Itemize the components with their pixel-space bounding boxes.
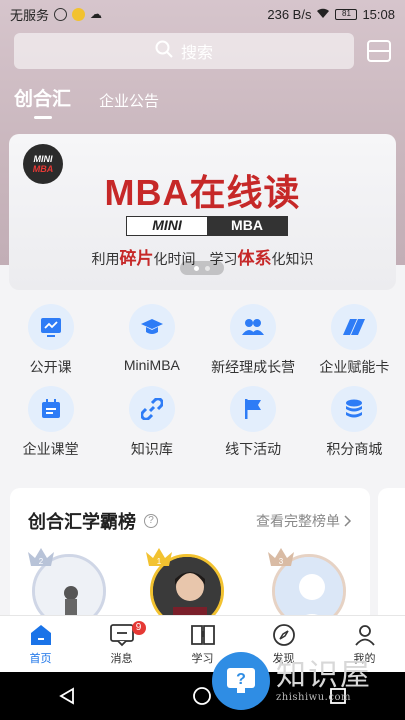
- tab-messages[interactable]: 9 消息: [81, 616, 162, 672]
- grid-item-minimba[interactable]: MiniMBA: [101, 304, 202, 386]
- silver-crown-icon: 2: [28, 548, 54, 566]
- search-icon: [155, 40, 173, 63]
- tab-announcements[interactable]: 企业公告: [99, 90, 159, 119]
- help-icon[interactable]: ?: [144, 514, 158, 528]
- globe-icon: [54, 7, 68, 21]
- card-icon: [331, 304, 378, 350]
- grid-item-knowledge-base[interactable]: 知识库: [101, 386, 202, 468]
- tab-chuanghehui[interactable]: 创合汇: [14, 84, 71, 119]
- gold-crown-icon: 1: [146, 548, 172, 566]
- unread-badge: 9: [131, 621, 146, 635]
- coin-icon: [72, 7, 86, 21]
- home-circle-icon[interactable]: [192, 686, 212, 706]
- status-bar: 无服务 ☁ 236 B/s 81 15:08: [0, 0, 405, 28]
- grid-item-open-class[interactable]: 公开课: [0, 304, 101, 386]
- scan-icon: [367, 40, 391, 62]
- rank-number: 3: [279, 557, 284, 566]
- rank-3-entry[interactable]: 3: [262, 548, 352, 628]
- message-icon: [109, 623, 134, 646]
- banner-pill: MINI MBA: [126, 216, 288, 236]
- leaderboard-title: 创合汇学霸榜: [28, 512, 136, 532]
- scan-button[interactable]: [364, 33, 394, 69]
- people-icon: [230, 304, 277, 350]
- graduation-cap-icon: [128, 304, 175, 350]
- chart-screen-icon: [27, 304, 74, 350]
- watermark-logo: ?: [212, 652, 270, 710]
- page-dot: [205, 265, 210, 271]
- cloud-icon: ☁: [90, 7, 103, 21]
- network-speed: 236 B/s: [267, 6, 312, 22]
- rank-2-entry[interactable]: 2: [22, 548, 112, 628]
- battery-icon: 81: [335, 8, 358, 20]
- svg-text:?: ?: [236, 671, 246, 688]
- home-icon: [30, 624, 51, 645]
- watermark-text: 知识屋 zhishiwu.com: [276, 657, 372, 703]
- grid-item-empower-card[interactable]: 企业赋能卡: [304, 304, 405, 386]
- tab-home[interactable]: 首页: [0, 616, 81, 672]
- bronze-crown-icon: 3: [268, 548, 294, 566]
- grid-item-offline-events[interactable]: 线下活动: [203, 386, 304, 468]
- calendar-icon: [27, 386, 74, 432]
- back-icon[interactable]: [58, 687, 76, 705]
- compass-icon: [272, 623, 295, 646]
- rank-1-entry[interactable]: 1: [140, 548, 230, 628]
- coins-icon: [331, 386, 378, 432]
- user-icon: [354, 624, 375, 646]
- flag-icon: [230, 386, 277, 432]
- grid-item-new-manager[interactable]: 新经理成长营: [203, 304, 304, 386]
- grid-item-points-mall[interactable]: 积分商城: [304, 386, 405, 468]
- banner-title: MBA在线读: [104, 172, 301, 213]
- search-placeholder: 搜索: [180, 45, 213, 62]
- rank-number: 2: [39, 557, 44, 566]
- grid-item-enterprise-class[interactable]: 企业课堂: [0, 386, 101, 468]
- chevron-right-icon: [344, 515, 352, 527]
- top-tabs: 创合汇 企业公告: [14, 84, 159, 119]
- book-icon: [190, 624, 215, 645]
- banner-pagination: [180, 261, 224, 275]
- next-card-peek: [378, 488, 405, 628]
- leaderboard-header: 创合汇学霸榜 ? 查看完整榜单: [28, 508, 352, 534]
- watermark: ? 知识屋 zhishiwu.com: [212, 652, 372, 710]
- view-full-leaderboard-link[interactable]: 查看完整榜单: [256, 511, 352, 531]
- page-dot: [194, 265, 199, 271]
- feature-grid: 公开课 MiniMBA 新经理成长营 企业赋能卡 企业课堂 知识库 线下活动 积…: [0, 304, 405, 468]
- clock: 15:08: [362, 6, 395, 22]
- search-input[interactable]: 搜索: [14, 33, 354, 69]
- rank-number: 1: [157, 557, 162, 566]
- search-row: 搜索: [14, 33, 394, 71]
- carrier-text: 无服务: [10, 7, 50, 23]
- link-icon: [128, 386, 175, 432]
- wifi-icon: [316, 7, 330, 22]
